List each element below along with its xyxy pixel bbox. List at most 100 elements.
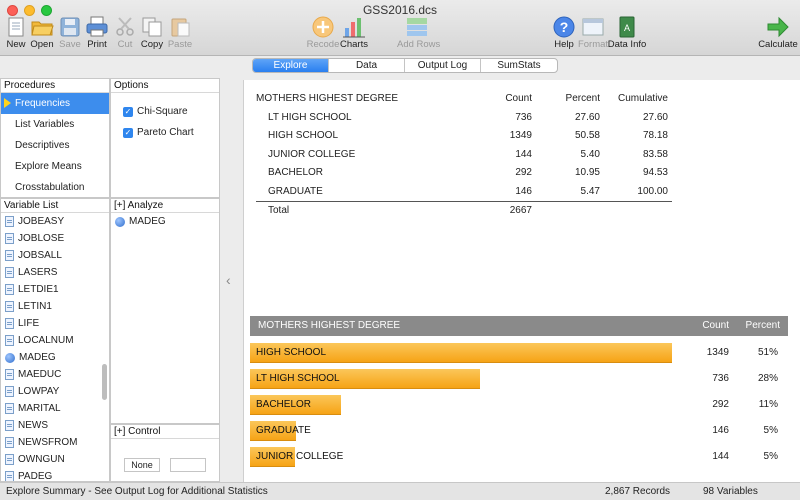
variable-document-icon bbox=[5, 403, 14, 414]
pareto-count-header: Count bbox=[702, 320, 729, 331]
variable-list-panel: Variable List JOBEASY JOBLOSE JOBSALL LASER… bbox=[0, 198, 110, 482]
option-chi-square[interactable]: ✓ Chi-Square bbox=[111, 101, 219, 122]
none-button[interactable]: None bbox=[124, 458, 160, 472]
analyze-variable-madeg[interactable]: MADEG bbox=[111, 213, 219, 230]
pareto-percent-header: Percent bbox=[745, 320, 780, 331]
pareto-bar-percent: 51% bbox=[757, 347, 778, 358]
variable-item-jobeasy[interactable]: JOBEASY bbox=[1, 213, 109, 230]
variable-document-icon bbox=[5, 369, 14, 380]
control-header[interactable]: [+] Control bbox=[111, 425, 219, 439]
add-rows-button[interactable]: Add Rows bbox=[397, 16, 440, 50]
tab-data[interactable]: Data bbox=[329, 59, 405, 72]
variable-item-letin1[interactable]: LETIN1 bbox=[1, 298, 109, 315]
variable-list-header: Variable List bbox=[1, 199, 109, 213]
variable-ball-icon bbox=[115, 216, 125, 227]
svg-text:?: ? bbox=[560, 19, 569, 35]
selected-arrow-icon bbox=[4, 98, 11, 108]
frequency-row: BACHELOR 292 10.95 94.53 bbox=[268, 167, 668, 178]
variable-item-localnum[interactable]: LOCALNUM bbox=[1, 332, 109, 349]
variable-item-owngun[interactable]: OWNGUN bbox=[1, 451, 109, 468]
table-rows-icon bbox=[407, 18, 427, 36]
variable-document-icon bbox=[5, 454, 14, 465]
status-records: 2,867 Records bbox=[605, 486, 671, 497]
explore-output: MOTHERS HIGHEST DEGREE Count Percent Cum… bbox=[243, 80, 800, 482]
variable-item-madeg[interactable]: MADEG bbox=[1, 349, 109, 366]
options-panel: Options ✓ Chi-Square ✓ Pareto Chart bbox=[110, 78, 220, 198]
analyze-header[interactable]: [+] Analyze bbox=[111, 199, 219, 213]
data-info-icon: A bbox=[619, 16, 635, 38]
procedures-header: Procedures bbox=[1, 79, 109, 93]
pareto-bar-label: GRADUATE bbox=[256, 425, 311, 436]
variable-document-icon bbox=[5, 216, 14, 227]
variable-item-lasers[interactable]: LASERS bbox=[1, 264, 109, 281]
procedure-explore-means[interactable]: Explore Means bbox=[1, 156, 109, 177]
tab-explore[interactable]: Explore bbox=[253, 59, 329, 72]
procedure-frequencies[interactable]: Frequencies bbox=[1, 93, 109, 114]
pareto-bar-label: BACHELOR bbox=[256, 399, 312, 410]
pareto-bar-count: 146 bbox=[712, 425, 729, 436]
pareto-bar-count: 1349 bbox=[706, 347, 729, 358]
options-header: Options bbox=[111, 79, 219, 93]
procedure-crosstabulation[interactable]: Crosstabulation bbox=[1, 177, 109, 198]
variable-item-marital[interactable]: MARITAL bbox=[1, 400, 109, 417]
pareto-bar-percent: 11% bbox=[758, 399, 778, 410]
pareto-bar-label: HIGH SCHOOL bbox=[256, 347, 327, 358]
control-value-box[interactable] bbox=[170, 458, 206, 472]
bar-chart-icon bbox=[343, 18, 365, 38]
variable-document-icon bbox=[5, 386, 14, 397]
procedure-list-variables[interactable]: List Variables bbox=[1, 114, 109, 135]
variable-document-icon bbox=[5, 267, 14, 278]
tab-output-log[interactable]: Output Log bbox=[405, 59, 481, 72]
variable-item-jobsall[interactable]: JOBSALL bbox=[1, 247, 109, 264]
variable-item-news[interactable]: NEWS bbox=[1, 417, 109, 434]
variable-item-newsfrom[interactable]: NEWSFROM bbox=[1, 434, 109, 451]
option-pareto-chart[interactable]: ✓ Pareto Chart bbox=[111, 122, 219, 143]
frequency-row: HIGH SCHOOL 1349 50.58 78.18 bbox=[268, 130, 668, 141]
pareto-bar-row: GRADUATE 146 5% bbox=[250, 421, 788, 441]
calculate-button[interactable]: Calculate bbox=[758, 16, 798, 50]
variable-document-icon bbox=[5, 250, 14, 261]
pareto-bar-label: JUNIOR COLLEGE bbox=[256, 451, 344, 462]
checkbox-checked-icon[interactable]: ✓ bbox=[123, 106, 133, 117]
variable-item-joblose[interactable]: JOBLOSE bbox=[1, 230, 109, 247]
frequency-table-header: MOTHERS HIGHEST DEGREE Count Percent Cum… bbox=[256, 93, 668, 104]
frequency-table: MOTHERS HIGHEST DEGREE Count Percent Cum… bbox=[256, 90, 672, 221]
pareto-bar-row: JUNIOR COLLEGE 144 5% bbox=[250, 447, 788, 467]
variable-list-scrollbar[interactable] bbox=[102, 364, 107, 400]
pareto-chart-header: MOTHERS HIGHEST DEGREE Count Percent bbox=[250, 316, 788, 336]
pareto-bar-percent: 5% bbox=[763, 451, 778, 462]
variable-item-padeg[interactable]: PADEG bbox=[1, 468, 109, 481]
variable-document-icon bbox=[5, 318, 14, 329]
variable-document-icon bbox=[5, 335, 14, 346]
pareto-title: MOTHERS HIGHEST DEGREE bbox=[258, 320, 401, 331]
variable-item-maeduc[interactable]: MAEDUC bbox=[1, 366, 109, 383]
variable-document-icon bbox=[5, 301, 14, 312]
collapse-chevron-left-icon[interactable]: ‹ bbox=[226, 272, 234, 288]
status-summary: Explore Summary - See Output Log for Add… bbox=[6, 486, 268, 497]
variable-document-icon bbox=[5, 437, 14, 448]
variable-item-letdie1[interactable]: LETDIE1 bbox=[1, 281, 109, 298]
pareto-bar-row: LT HIGH SCHOOL 736 28% bbox=[250, 369, 788, 389]
variable-item-lowpay[interactable]: LOWPAY bbox=[1, 383, 109, 400]
frequency-row: JUNIOR COLLEGE 144 5.40 83.58 bbox=[268, 148, 668, 160]
frequency-total-row: Total 2667 bbox=[268, 205, 532, 216]
pareto-bar-percent: 28% bbox=[757, 373, 778, 384]
frequency-table-title: MOTHERS HIGHEST DEGREE bbox=[256, 93, 399, 104]
variable-document-icon bbox=[5, 420, 14, 431]
checkbox-checked-icon[interactable]: ✓ bbox=[123, 127, 133, 138]
tab-sumstats[interactable]: SumStats bbox=[481, 59, 557, 72]
variable-item-life[interactable]: LIFE bbox=[1, 315, 109, 332]
pareto-bar-label: LT HIGH SCHOOL bbox=[256, 373, 340, 384]
format-window-icon bbox=[582, 18, 604, 36]
frequency-row: LT HIGH SCHOOL 736 27.60 27.60 bbox=[268, 111, 668, 123]
variable-list: JOBEASY JOBLOSE JOBSALL LASERS LETDIE1 LETIN1… bbox=[1, 213, 109, 481]
control-panel: [+] Control bbox=[110, 424, 220, 482]
variable-ball-icon bbox=[5, 352, 15, 363]
data-info-button[interactable]: A Data Info bbox=[607, 16, 647, 50]
variable-document-icon bbox=[5, 233, 14, 244]
procedure-descriptives[interactable]: Descriptives bbox=[1, 135, 109, 156]
charts-button[interactable]: Charts bbox=[334, 16, 374, 50]
procedures-panel: Procedures Frequencies List Variables De… bbox=[0, 78, 110, 198]
pareto-bar-row: BACHELOR 292 11% bbox=[250, 395, 788, 415]
paste-button[interactable]: Paste bbox=[160, 16, 200, 50]
